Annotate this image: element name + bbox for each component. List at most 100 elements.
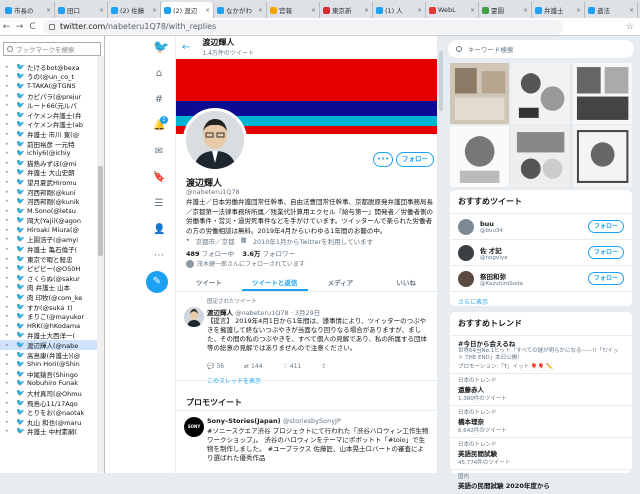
tab-close-icon[interactable]: × xyxy=(362,7,369,14)
pinned-tweet[interactable]: 固定されたツイート 渡辺輝人 @nabeteru1Q78 · 3月29日 【提言… xyxy=(176,295,437,385)
browser-tab[interactable]: (2) 渡辺 × xyxy=(161,2,214,18)
media-thumbnail[interactable] xyxy=(450,126,510,187)
bookmark-item[interactable]: ▸ 🐦 猫熱みずほ(@mi xyxy=(0,158,104,168)
tab-close-icon[interactable]: × xyxy=(97,7,104,14)
suggestion-name[interactable]: 祭田和弥 xyxy=(480,271,523,281)
bookmark-item[interactable]: ▸ 🐦 上園浩子(@amyi xyxy=(0,235,104,244)
messages-icon[interactable]: ✉ xyxy=(153,146,165,158)
sony-logo-avatar[interactable]: SONY xyxy=(184,417,204,437)
bookmark-item[interactable]: ▸ 🐦 中尾猿吾(Shingo xyxy=(0,369,104,379)
bookmark-item[interactable]: ▸ 🐦 高島康(弁護士)(@ xyxy=(0,350,104,360)
show-thread-link[interactable]: このスレッドを表示 xyxy=(207,376,261,385)
suggestion-avatar[interactable] xyxy=(458,218,474,235)
bookmark-item[interactable]: ▸ 🐦 東京で暇と殺忠 xyxy=(0,254,104,264)
bookmark-item[interactable]: ▸ 🐦 大村真司(@Ohmu xyxy=(0,388,104,398)
home-icon[interactable]: ⌂ xyxy=(153,68,165,80)
suggestion-row[interactable]: 佐 才記 @noguiya フォロー xyxy=(450,240,632,266)
browser-tab[interactable]: 弁護士 × xyxy=(532,2,585,18)
bookmark-item[interactable]: ▸ 🐦 カピパラ(@prejur xyxy=(0,91,104,101)
share-icon[interactable]: ⇪ xyxy=(321,363,326,370)
suggestion-follow-button[interactable]: フォロー xyxy=(588,246,624,259)
profile-icon[interactable]: 👤 xyxy=(153,224,165,236)
trend-item[interactable]: 日本のトレンド 英語民間試験 45,774件のツイート xyxy=(450,438,632,470)
more-menu-icon[interactable]: ⋯ xyxy=(153,250,165,262)
bookmark-item[interactable]: ▸ 🐦 Nobuhiro Funak xyxy=(0,379,104,389)
bookmark-search-input[interactable]: ブックマークを検索 xyxy=(3,42,101,56)
suggestion-avatar[interactable] xyxy=(458,244,474,261)
bookmark-item[interactable]: ▸ 🐦 岡大(Yaji)(@agon xyxy=(0,216,104,225)
tab-close-icon[interactable]: × xyxy=(468,7,475,14)
back-arrow-icon[interactable]: ← xyxy=(182,42,190,53)
notifications-bell-icon[interactable]: 🔔 2 xyxy=(153,116,168,132)
following-count[interactable]: 489 xyxy=(186,250,200,258)
forward-button[interactable]: → xyxy=(13,22,26,32)
suggestion-avatar[interactable] xyxy=(458,270,474,287)
bookmark-item[interactable]: ▸ 🐦 弁護士 亀石倫子( xyxy=(0,244,104,254)
scrollbar-thumb[interactable] xyxy=(98,166,103,256)
trend-item[interactable]: 日本のトレンド 橋本理奈 6,642件のツイート xyxy=(450,406,632,438)
tab-close-icon[interactable]: × xyxy=(415,7,422,14)
trend-tag[interactable]: 橋本理奈 xyxy=(458,416,624,426)
browser-tab[interactable]: 官報 × xyxy=(267,2,320,18)
bookmark-item[interactable]: ▸ 🐦 すか(@suka_t) xyxy=(0,302,104,312)
followers-count[interactable]: 3.6万 xyxy=(242,250,260,258)
bookmark-item[interactable]: ▸ 🐦 さくらぬ(@sakur xyxy=(0,273,104,283)
twitter-bird-icon[interactable]: 🐦 xyxy=(153,41,169,54)
bookmark-item[interactable]: ▸ 🐦 たけるbot@bexa xyxy=(0,62,104,72)
tab-close-icon[interactable]: × xyxy=(574,7,581,14)
browser-tab[interactable]: なかがわ × xyxy=(214,2,267,18)
followers-label[interactable]: フォロワー xyxy=(263,250,296,258)
profile-avatar[interactable] xyxy=(183,108,247,172)
trend-item[interactable]: 国内 英語の民間試験 2020年度から xyxy=(450,470,632,494)
browser-tab[interactable]: WebL × xyxy=(426,2,479,18)
bookmark-item[interactable]: ▸ 🐦 ルート66(元ルパ xyxy=(0,100,104,110)
trend-item[interactable]: #今日から会えるね 世界64当No.1ヒット「すべての謎が明らかになる——!!「T… xyxy=(450,336,632,374)
bookmark-item[interactable]: ▸ 🐦 弁護士 市川 寛(@ xyxy=(0,129,104,139)
promo-handle[interactable]: @storiesbySonyJP xyxy=(283,417,341,425)
bookmark-item[interactable]: ▸ 🐦 丸山 和也(@maru xyxy=(0,417,104,427)
profile-tab[interactable]: メディア xyxy=(308,276,374,291)
browser-tab[interactable]: 東京新 × xyxy=(320,2,373,18)
trend-tag[interactable]: 遠藤赤人 xyxy=(458,384,624,394)
tab-close-icon[interactable]: × xyxy=(309,7,316,14)
suggestion-name[interactable]: buu xyxy=(480,220,503,228)
more-options-button[interactable]: ••• xyxy=(373,152,393,167)
trend-item[interactable]: 日本のトレンド 遠藤赤人 1,380件のツイート xyxy=(450,374,632,406)
suggestion-follow-button[interactable]: フォロー xyxy=(588,272,624,285)
media-thumbnail[interactable] xyxy=(572,126,632,187)
media-thumbnail[interactable] xyxy=(511,63,571,124)
bookmark-item[interactable]: ▸ 🐦 弁護士 大山史朗 xyxy=(0,168,104,177)
explore-hash-icon[interactable]: # xyxy=(153,94,165,106)
browser-tab[interactable]: (1) 人 × xyxy=(373,2,426,18)
media-thumbnail[interactable] xyxy=(450,63,510,124)
profile-tab[interactable]: ツイート xyxy=(176,276,242,291)
profile-tab[interactable]: ツイートと返信 xyxy=(241,276,308,291)
bookmark-item[interactable]: ▸ 🐦 とりをお(@naotak xyxy=(0,407,104,417)
bookmark-item[interactable]: ▸ 🐦 ichiy6(@ichiy xyxy=(0,148,104,158)
back-button[interactable]: ← xyxy=(0,22,13,32)
bookmark-item[interactable]: ▸ 🐦 イケメン弁護士(ab xyxy=(0,120,104,129)
suggestion-name[interactable]: 佐 才記 xyxy=(480,245,507,255)
followed-by-note[interactable]: 茂木健一郎さんにフォローされています xyxy=(186,259,305,268)
bookmark-item[interactable]: ▸ 🐦 うの(@un_co_t xyxy=(0,72,104,81)
reload-button[interactable]: C xyxy=(26,22,39,32)
media-thumbnail[interactable] xyxy=(511,126,571,187)
browser-tab[interactable]: 田口 × xyxy=(55,2,108,18)
profile-tab[interactable]: いいね xyxy=(373,276,437,291)
like-action[interactable]: ♡ 411 xyxy=(282,363,301,370)
bookmark-item[interactable]: ▸ 🐦 M.Sono(@Ietsu xyxy=(0,206,104,216)
suggestion-follow-button[interactable]: フォロー xyxy=(588,220,624,233)
bookmark-item[interactable]: ▸ 🐦 HRK(@hKodama xyxy=(0,321,104,331)
suggestion-row[interactable]: buu @buu34 フォロー xyxy=(450,214,632,240)
tweet-avatar[interactable] xyxy=(184,307,204,327)
bookmark-item[interactable]: ▸ 🐦 前田裕彦 一元特 xyxy=(0,139,104,149)
promo-author[interactable]: Sony–Stories(Japan) xyxy=(207,417,281,425)
address-bar[interactable]: twitter.com/nabeteru1Q78/with_replies xyxy=(43,19,563,34)
trend-tag[interactable]: #今日から会えるね xyxy=(458,338,624,348)
follow-button[interactable]: フォロー xyxy=(396,152,434,167)
trend-tag[interactable]: 英語の民間試験 2020年度から xyxy=(458,480,624,490)
tab-close-icon[interactable]: × xyxy=(627,7,634,14)
bookmark-item[interactable]: ▸ 🐦 弁護士大西洋一( xyxy=(0,331,104,340)
bookmarks-icon[interactable]: 🔖 xyxy=(153,172,165,184)
reply-action[interactable]: 💬 36 xyxy=(207,363,224,370)
